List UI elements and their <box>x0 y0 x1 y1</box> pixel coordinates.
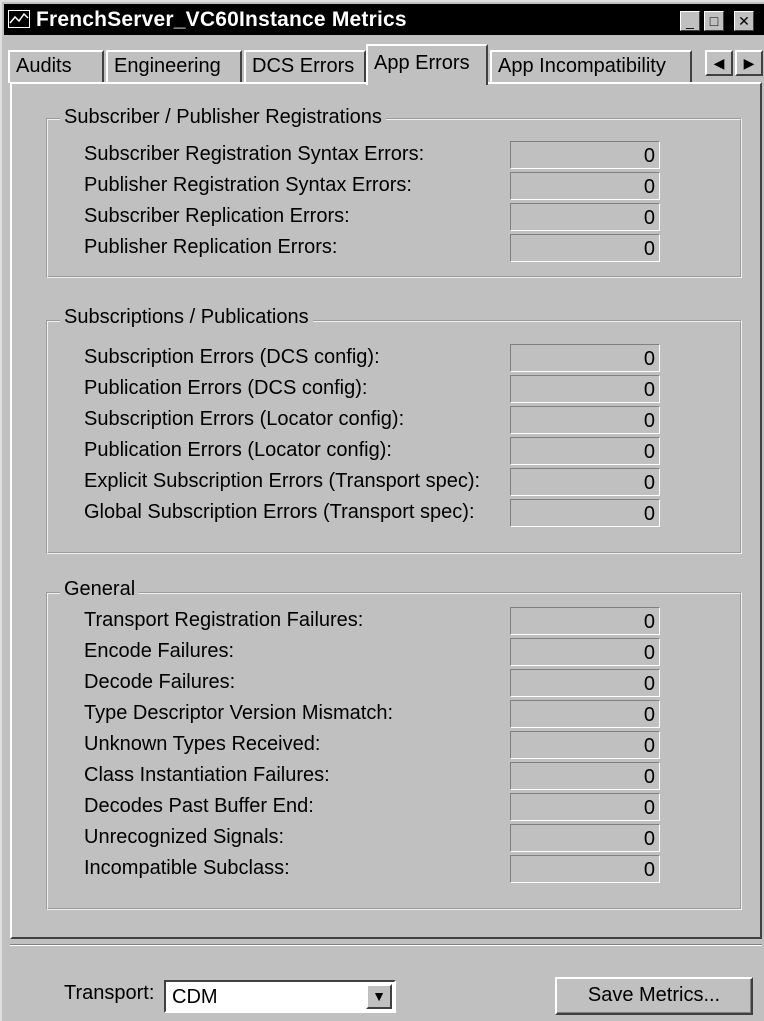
maximize-icon: □ <box>709 13 719 29</box>
metric-label: Unrecognized Signals: <box>84 826 285 848</box>
maximize-button[interactable]: □ <box>704 11 724 31</box>
metric-label: Subscription Errors (DCS config): <box>84 346 380 368</box>
minimize-button[interactable]: _ <box>680 11 700 31</box>
metric-label: Incompatible Subclass: <box>84 857 290 879</box>
metric-label: Global Subscription Errors (Transport sp… <box>84 501 475 523</box>
metric-value: 0 <box>510 234 660 262</box>
tab-label: App Incompatibility <box>498 55 666 77</box>
arrow-left-icon: ◀ <box>713 55 725 71</box>
close-icon: ✕ <box>738 13 750 29</box>
tab-scroll-left-button[interactable]: ◀ <box>705 50 733 76</box>
metric-label: Publisher Registration Syntax Errors: <box>84 174 412 196</box>
window-title: FrenchServer_VC60Instance Metrics <box>36 8 407 31</box>
metric-value: 0 <box>510 375 660 403</box>
metric-value: 0 <box>510 203 660 231</box>
tab-scroll-controls: ◀ ▶ <box>705 50 764 76</box>
arrow-right-icon: ▶ <box>743 55 755 71</box>
close-button[interactable]: ✕ <box>734 11 754 31</box>
transport-select[interactable]: CDM ▼ <box>164 980 396 1013</box>
metric-value: 0 <box>510 824 660 852</box>
metric-value: 0 <box>510 607 660 635</box>
transport-dropdown-button[interactable]: ▼ <box>366 984 392 1009</box>
metrics-window: FrenchServer_VC60Instance Metrics _ □ ✕ … <box>0 0 764 1021</box>
metric-value: 0 <box>510 406 660 434</box>
metric-value: 0 <box>510 499 660 527</box>
metric-label: Transport Registration Failures: <box>84 609 364 631</box>
metric-label: Class Instantiation Failures: <box>84 764 330 786</box>
metric-label: Subscriber Registration Syntax Errors: <box>84 143 425 165</box>
group-title: Subscriber / Publisher Registrations <box>60 106 386 129</box>
tab-label: Audits <box>16 55 72 77</box>
metric-label: Subscriber Replication Errors: <box>84 205 350 227</box>
metric-label: Unknown Types Received: <box>84 733 321 755</box>
metric-value: 0 <box>510 793 660 821</box>
metric-label: Decodes Past Buffer End: <box>84 795 314 817</box>
metric-value: 0 <box>510 669 660 697</box>
metric-value: 0 <box>510 344 660 372</box>
metric-label: Publication Errors (DCS config): <box>84 377 368 399</box>
metric-label: Subscription Errors (Locator config): <box>84 408 405 430</box>
tab-audits[interactable]: Audits <box>8 50 104 83</box>
metric-value: 0 <box>510 437 660 465</box>
metric-label: Publication Errors (Locator config): <box>84 439 392 461</box>
tab-app-errors[interactable]: App Errors <box>366 44 488 85</box>
metric-label: Publisher Replication Errors: <box>84 236 338 258</box>
metric-value: 0 <box>510 172 660 200</box>
metric-label: Type Descriptor Version Mismatch: <box>84 702 393 724</box>
minimize-icon: _ <box>686 13 694 29</box>
tab-label: Engineering <box>114 55 221 77</box>
metric-label: Decode Failures: <box>84 671 236 693</box>
chevron-down-icon: ▼ <box>372 988 386 1004</box>
metrics-chart-icon <box>8 10 30 28</box>
metric-value: 0 <box>510 731 660 759</box>
transport-selected-value: CDM <box>172 986 218 1008</box>
metric-value: 0 <box>510 468 660 496</box>
metric-value: 0 <box>510 762 660 790</box>
metric-label: Encode Failures: <box>84 640 235 662</box>
metric-label: Explicit Subscription Errors (Transport … <box>84 470 481 492</box>
transport-label: Transport: <box>64 982 155 1004</box>
tab-dcs-errors[interactable]: DCS Errors <box>244 50 366 83</box>
tab-scroll-right-button[interactable]: ▶ <box>735 50 763 76</box>
tab-engineering[interactable]: Engineering <box>106 50 242 83</box>
metric-value: 0 <box>510 141 660 169</box>
metric-value: 0 <box>510 700 660 728</box>
title-bar[interactable]: FrenchServer_VC60Instance Metrics _ □ ✕ <box>4 4 764 35</box>
tab-app-incompatibility[interactable]: App Incompatibility <box>490 50 692 83</box>
tab-label: DCS Errors <box>252 55 355 77</box>
metric-value: 0 <box>510 638 660 666</box>
save-metrics-button[interactable]: Save Metrics... <box>555 977 753 1015</box>
group-title: General <box>60 578 140 601</box>
tab-label: App Errors <box>374 52 470 74</box>
footer-divider <box>10 944 762 946</box>
metric-value: 0 <box>510 855 660 883</box>
group-title: Subscriptions / Publications <box>60 306 313 329</box>
